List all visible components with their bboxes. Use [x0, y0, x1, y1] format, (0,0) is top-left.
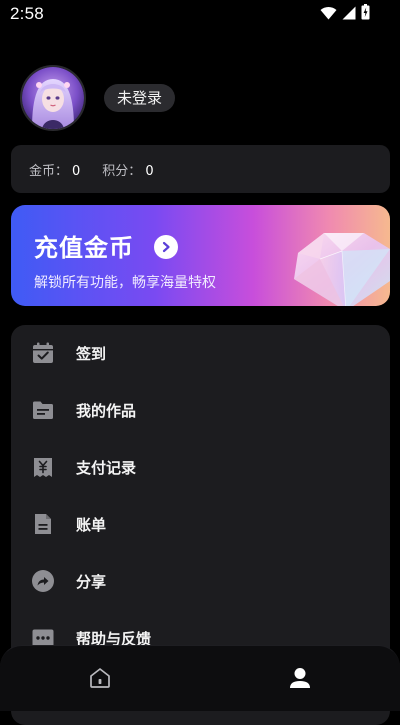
- home-icon[interactable]: [88, 666, 112, 690]
- menu-item-payment-records[interactable]: 支付记录: [11, 439, 390, 495]
- status-icons: [320, 4, 370, 24]
- wifi-icon: [320, 5, 337, 24]
- document-icon: [31, 512, 55, 536]
- menu-item-my-works[interactable]: 我的作品: [11, 382, 390, 438]
- chevron-right-icon[interactable]: [154, 235, 178, 259]
- coins-label: 金币：: [29, 163, 69, 179]
- calendar-check-icon: [31, 341, 55, 365]
- menu-item-label: 我的作品: [76, 401, 137, 420]
- profile-header: 未登录: [20, 65, 176, 131]
- banner-subtitle: 解锁所有功能，畅享海量特权: [34, 275, 216, 291]
- login-status-button[interactable]: 未登录: [104, 84, 176, 112]
- menu-item-label: 支付记录: [76, 458, 137, 477]
- signal-icon: [342, 5, 356, 24]
- payment-record-icon: [31, 455, 55, 479]
- avatar[interactable]: [20, 65, 86, 131]
- stats-card: 金币： 0 积分： 0: [11, 145, 390, 193]
- share-icon: [31, 569, 55, 593]
- menu-item-share[interactable]: 分享: [11, 553, 390, 609]
- points-label: 积分：: [102, 163, 142, 179]
- user-icon[interactable]: [288, 666, 312, 690]
- menu-item-label: 分享: [76, 572, 107, 591]
- diamond-icon: [280, 219, 390, 306]
- banner-title: 充值金币: [34, 234, 134, 262]
- status-time: 2:58: [10, 4, 44, 23]
- menu-item-bills[interactable]: 账单: [11, 496, 390, 552]
- points-value: 0: [145, 163, 154, 179]
- points-stat: 积分： 0: [102, 160, 153, 179]
- status-bar: 2:58: [0, 0, 400, 28]
- recharge-banner[interactable]: 充值金币 解锁所有功能，畅享海量特权: [11, 205, 390, 306]
- folder-icon: [31, 398, 55, 422]
- coins-stat: 金币： 0: [29, 160, 80, 179]
- battery-icon: [361, 4, 370, 24]
- menu-item-checkin[interactable]: 签到: [11, 325, 390, 381]
- bottom-nav: [0, 645, 400, 711]
- menu-item-label: 账单: [76, 515, 107, 534]
- coins-value: 0: [72, 163, 81, 179]
- menu-item-label: 签到: [76, 344, 107, 363]
